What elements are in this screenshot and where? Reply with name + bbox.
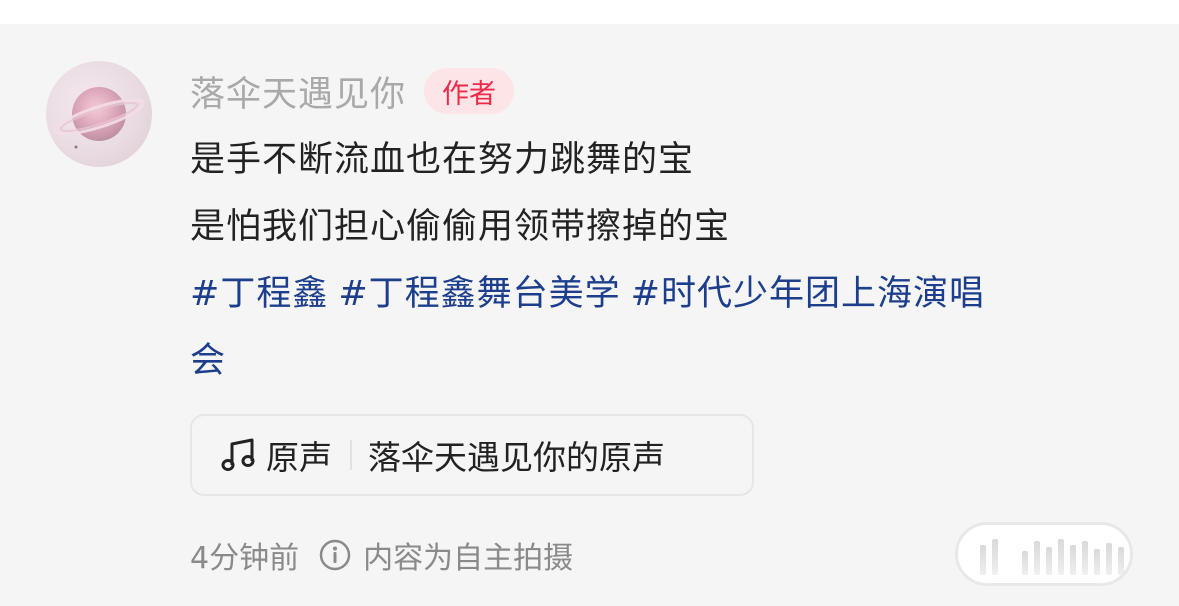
- comment-line: 是手不断流血也在努力跳舞的宝: [190, 140, 695, 180]
- planet-icon: [53, 87, 145, 149]
- original-content-note: 内容为自主拍摄: [363, 541, 574, 576]
- info-circle-icon[interactable]: [317, 537, 353, 573]
- sound-chip[interactable]: 原声 落伞天遇见你的原声: [190, 414, 754, 496]
- top-strip: [0, 0, 1179, 24]
- timestamp: 4分钟前: [190, 541, 300, 576]
- hashtag-link[interactable]: #时代少年团上海演唱: [631, 274, 985, 314]
- hashtag-link[interactable]: #丁程鑫舞台美学: [338, 274, 620, 314]
- sound-type-label: 原声: [266, 438, 332, 477]
- hashtag-link[interactable]: #丁程鑫: [190, 274, 328, 314]
- comment-body: 是手不断流血也在努力跳舞的宝 是怕我们担心偷偷用领带擦掉的宝 #丁程鑫 #丁程鑫舞…: [190, 127, 1110, 395]
- music-note-icon: [218, 435, 258, 475]
- author-badge: 作者: [424, 68, 515, 114]
- hashtag-link-continuation[interactable]: 会: [190, 341, 226, 381]
- divider: [350, 440, 352, 470]
- hashtag-list: #丁程鑫 #丁程鑫舞台美学 #时代少年团上海演唱会: [190, 261, 1110, 395]
- avatar[interactable]: [46, 61, 152, 167]
- comment-header: 落伞天遇见你 作者: [190, 66, 515, 117]
- meta-row: 4分钟前 内容为自主拍摄: [190, 532, 573, 578]
- comment-line: 是怕我们担心偷偷用领带擦掉的宝: [190, 207, 731, 247]
- pill-bars: [980, 539, 1130, 575]
- username[interactable]: 落伞天遇见你: [190, 66, 406, 117]
- action-pill[interactable]: [955, 522, 1133, 586]
- sound-title: 落伞天遇见你的原声: [368, 438, 665, 477]
